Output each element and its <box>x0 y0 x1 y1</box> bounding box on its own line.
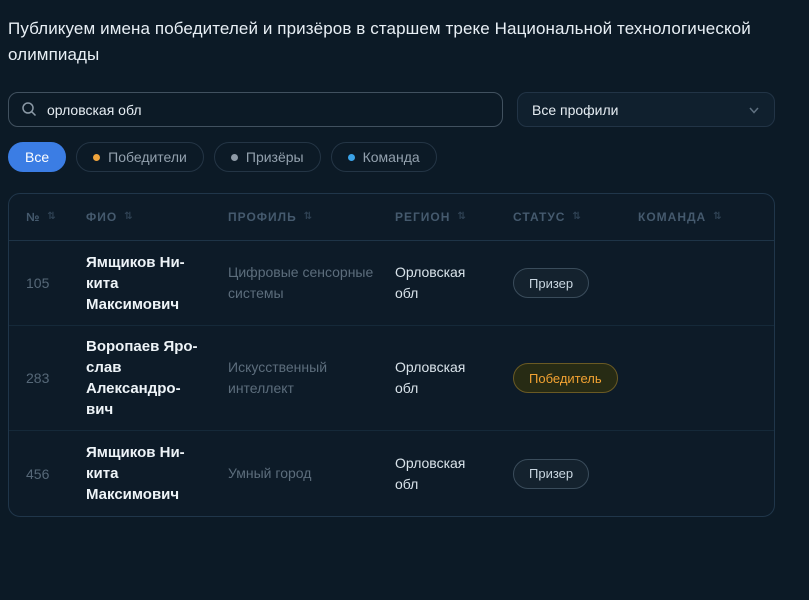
search-input[interactable] <box>8 92 503 127</box>
status-badge: Призер <box>513 459 589 489</box>
participant-team <box>638 464 774 484</box>
row-number: 105 <box>9 265 86 301</box>
sort-icon: ⇅ <box>124 212 133 222</box>
chip-team-label: Команда <box>363 149 420 165</box>
participant-profile: Умный город <box>228 453 395 494</box>
chip-all[interactable]: Все <box>8 142 66 172</box>
row-number: 283 <box>9 360 86 396</box>
column-header-name[interactable]: ФИО ⇅ <box>86 210 228 224</box>
participant-name: Ямщиков Ни- кита Максимович <box>86 242 228 325</box>
chip-all-label: Все <box>25 149 49 165</box>
column-label: СТАТУС <box>513 210 565 224</box>
participant-region: Орловская обл <box>395 252 513 314</box>
chip-winners[interactable]: Победители <box>76 142 204 172</box>
status-badge: Призер <box>513 268 589 298</box>
page-title: Публикуем имена победителей и призёров в… <box>8 16 775 68</box>
filter-chips: Все Победители Призёры Команда <box>8 142 775 172</box>
sort-icon: ⇅ <box>572 212 581 222</box>
chip-prizewinners-label: Призёры <box>246 149 304 165</box>
search-box <box>8 92 503 127</box>
sort-icon: ⇅ <box>713 212 722 222</box>
team-dot-icon <box>348 154 355 161</box>
participant-name: Воропаев Яро- слав Александро- вич <box>86 326 228 430</box>
table-header: № ⇅ ФИО ⇅ ПРОФИЛЬ ⇅ РЕГИОН ⇅ СТАТУС ⇅ КО… <box>9 194 774 241</box>
column-header-number[interactable]: № ⇅ <box>9 210 86 224</box>
profile-filter-value: Все профили <box>532 102 619 118</box>
column-label: РЕГИОН <box>395 210 450 224</box>
column-header-region[interactable]: РЕГИОН ⇅ <box>395 210 513 224</box>
participant-profile: Искусственный интеллект <box>228 347 395 409</box>
results-table: № ⇅ ФИО ⇅ ПРОФИЛЬ ⇅ РЕГИОН ⇅ СТАТУС ⇅ КО… <box>8 193 775 517</box>
participant-team <box>638 273 774 293</box>
table-row: 456 Ямщиков Ни- кита Максимович Умный го… <box>9 431 774 516</box>
participant-name: Ямщиков Ни- кита Максимович <box>86 432 228 515</box>
participant-profile: Цифровые сенсорные системы <box>228 252 395 314</box>
participant-region: Орловская обл <box>395 443 513 505</box>
winners-dot-icon <box>93 154 100 161</box>
prizewinners-dot-icon <box>231 154 238 161</box>
profile-filter-select[interactable]: Все профили <box>517 92 775 127</box>
column-header-team[interactable]: КОМАНДА ⇅ <box>638 210 774 224</box>
participant-team <box>638 368 774 388</box>
chevron-down-icon <box>748 104 760 116</box>
chip-team[interactable]: Команда <box>331 142 437 172</box>
table-row: 105 Ямщиков Ни- кита Максимович Цифровые… <box>9 241 774 326</box>
column-header-profile[interactable]: ПРОФИЛЬ ⇅ <box>228 210 395 224</box>
column-label: № <box>26 210 40 224</box>
page: Публикуем имена победителей и призёров в… <box>0 0 809 517</box>
column-header-status[interactable]: СТАТУС ⇅ <box>513 210 638 224</box>
chip-prizewinners[interactable]: Призёры <box>214 142 321 172</box>
row-number: 456 <box>9 456 86 492</box>
sort-icon: ⇅ <box>304 212 313 222</box>
sort-icon: ⇅ <box>457 212 466 222</box>
column-label: ПРОФИЛЬ <box>228 210 297 224</box>
controls-row: Все профили <box>8 92 775 127</box>
sort-icon: ⇅ <box>47 212 56 222</box>
column-label: ФИО <box>86 210 117 224</box>
column-label: КОМАНДА <box>638 210 706 224</box>
status-badge: Победитель <box>513 363 618 393</box>
chip-winners-label: Победители <box>108 149 187 165</box>
participant-region: Орловская обл <box>395 347 513 409</box>
table-row: 283 Воропаев Яро- слав Александро- вич И… <box>9 326 774 431</box>
